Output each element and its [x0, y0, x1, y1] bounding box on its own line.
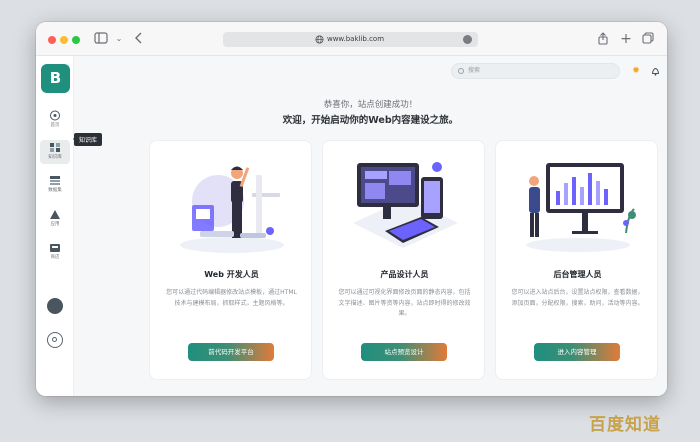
reload-icon[interactable]	[463, 35, 472, 44]
sidebar-item-apps[interactable]: 应用	[40, 207, 70, 231]
sidebar-tooltip: 知识库	[72, 133, 103, 146]
minimize-window-button[interactable]	[60, 36, 68, 44]
designer-illustration	[353, 162, 458, 248]
address-bar[interactable]: www.baklib.com	[223, 32, 478, 47]
card-title: 产品设计人员	[380, 270, 429, 279]
back-icon[interactable]	[132, 32, 146, 46]
card-title: Web 开发人员	[204, 270, 259, 279]
page-title: 欢迎，开始启动你的Web内容建设之旅。	[282, 115, 459, 126]
card-backend-admin: 后台管理人员 您可以进入站点后台，设置站点权限，查看数据，添加页面，分配权限，搜…	[495, 140, 658, 380]
globe-icon	[315, 35, 324, 44]
sidebar-item-library[interactable]: 知识库	[40, 140, 70, 164]
bell-icon[interactable]	[650, 66, 660, 76]
dataset-icon	[50, 176, 60, 185]
card-description: 您可以进入站点后台，设置站点权限，查看数据，添加页面，分配权限，搜索，助问，活动…	[511, 289, 644, 307]
publish-icon[interactable]	[47, 298, 63, 314]
site-preview-design-button[interactable]: 站点预览设计	[361, 343, 447, 361]
sun-icon[interactable]: ✹	[631, 66, 641, 76]
sidebar-item-dataset[interactable]: 数据集	[40, 173, 70, 197]
card-description: 您可以通过代码编辑器修改站点模板，通过HTML技术与建模布局，抓取样式，主题风格…	[166, 289, 297, 307]
search-icon	[458, 68, 464, 74]
new-tab-icon[interactable]: +	[619, 32, 633, 46]
developer-illustration	[180, 166, 284, 253]
card-product-designer: 产品设计人员 您可以通过可视化界面修改页面的静态内容，包括文字描述、图片等资等内…	[322, 140, 485, 380]
home-icon	[50, 110, 60, 121]
code-platform-button[interactable]: 前代码开发平台	[188, 343, 274, 361]
greeting-text: 恭喜你，站点创建成功！	[323, 100, 418, 110]
sidebar-item-home[interactable]: 首页	[40, 108, 70, 132]
settings-icon[interactable]	[47, 332, 63, 348]
sidebar-item-store[interactable]: 商店	[40, 240, 70, 264]
url-text: www.baklib.com	[326, 35, 385, 43]
apps-icon	[50, 210, 60, 219]
maximize-window-button[interactable]	[72, 36, 80, 44]
sidebar-item-label: 数据集	[48, 188, 62, 193]
close-window-button[interactable]	[48, 36, 56, 44]
sidebar-item-label: 商店	[50, 255, 60, 260]
library-icon	[50, 143, 60, 152]
sidebar-item-label: 知识库	[48, 155, 62, 160]
card-title: 后台管理人员	[553, 270, 602, 279]
sidebar-toggle-icon[interactable]	[94, 32, 108, 46]
card-web-developer: Web 开发人员 您可以通过代码编辑器修改站点模板，通过HTML技术与建模布局，…	[149, 140, 312, 380]
chevron-down-icon[interactable]: ⌄	[112, 32, 126, 46]
store-icon	[50, 244, 60, 252]
watermark-logo: 百度知道	[589, 415, 661, 435]
sidebar-item-label: 首页	[50, 123, 60, 128]
admin-illustration	[526, 163, 636, 252]
sidebar-item-label: 应用	[50, 222, 60, 227]
search-placeholder: 搜索	[468, 67, 481, 74]
browser-window: ⌄ www.baklib.com + B 首页 知识库 数据集 应用 商店 知识…	[36, 22, 667, 396]
app-sidebar: B 首页 知识库 数据集 应用 商店	[36, 56, 74, 396]
browser-toolbar: ⌄ www.baklib.com +	[36, 22, 667, 56]
tabs-overview-icon[interactable]	[641, 32, 655, 46]
content-management-button[interactable]: 进入内容管理	[534, 343, 620, 361]
share-icon[interactable]	[596, 32, 610, 46]
card-description: 您可以通过可视化界面修改页面的静态内容，包括文字描述、图片等资等内容，站点即时得…	[338, 289, 471, 317]
app-logo[interactable]: B	[41, 64, 70, 93]
main-content: 搜索 ✹ 恭喜你，站点创建成功！ 欢迎，开始启动你的Web内容建设之旅。 Web…	[74, 56, 667, 396]
search-input[interactable]: 搜索	[451, 63, 620, 79]
